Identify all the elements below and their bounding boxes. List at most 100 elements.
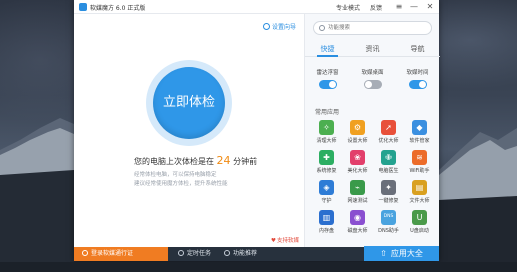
app-item[interactable]: DNS DNS助手	[373, 210, 404, 234]
last-check-prefix: 您的电脑上次体检是在	[134, 157, 214, 166]
app-label: 守护	[321, 198, 332, 204]
checkup-pane: 设置向导 立即体检 您的电脑上次体检是在 24 分钟前 经常体检电脑，可以保持电…	[74, 14, 304, 247]
app-label: 系统修复	[316, 168, 337, 174]
gear-icon: ⚙	[350, 120, 365, 135]
app-label: 文件大师	[409, 198, 430, 204]
usb-icon: U	[412, 210, 427, 225]
search-box[interactable]	[313, 21, 432, 35]
shield-icon: ◈	[319, 180, 334, 195]
ram-icon: ▥	[319, 210, 334, 225]
clock-icon	[178, 250, 184, 256]
repair-icon: ✚	[319, 150, 334, 165]
panel-tabs: 快捷 资讯 导航	[305, 43, 440, 57]
taskbar	[0, 262, 517, 272]
app-label: 美化大师	[347, 168, 368, 174]
app-item[interactable]: ⚙ 设置大师	[342, 120, 373, 144]
app-item[interactable]: ✙ 电脑医生	[373, 150, 404, 174]
app-item[interactable]: ✧ 清理大师	[311, 120, 342, 144]
quick-panel: 快捷 资讯 导航 雷达浮窗 软媒桌面 软媒时间 常用应用 ✧ 清理大师 ⚙ 设置大师 ➚…	[304, 14, 440, 247]
toggle-desktop: 软媒桌面	[353, 68, 393, 89]
user-icon	[82, 250, 88, 256]
toggle-time-switch[interactable]	[408, 80, 427, 89]
title-bar: 软媒魔方 6.0 正式版 专业模式 反馈 ≡ — ✕	[74, 0, 439, 14]
app-label: 设置大师	[347, 138, 368, 144]
app-label: DNS助手	[378, 228, 399, 234]
app-label: 内存盘	[318, 228, 334, 234]
app-label: 优化大师	[378, 138, 399, 144]
toggle-desktop-label: 软媒桌面	[361, 70, 384, 76]
all-apps-button[interactable]: ⇧ 应用大全	[364, 246, 439, 261]
arrow-up-icon: ⇧	[380, 249, 387, 258]
wizard-icon	[262, 23, 270, 30]
settings-wizard-link[interactable]: 设置向导	[262, 22, 296, 31]
app-item[interactable]: ◈ 守护	[311, 180, 342, 204]
disk-icon: ◉	[350, 210, 365, 225]
feedback-menu[interactable]: 反馈	[370, 3, 382, 12]
app-item[interactable]: U U盘启动	[404, 210, 435, 234]
speed-icon: ⌁	[350, 180, 365, 195]
broom-icon: ✧	[319, 120, 334, 135]
schedule-button[interactable]: 定时任务	[178, 247, 211, 261]
recommend-button[interactable]: 功能推荐	[224, 247, 257, 261]
app-item[interactable]: ❀ 美化大师	[342, 150, 373, 174]
recommend-label: 功能推荐	[233, 250, 258, 257]
toggle-radar-label: 雷达浮窗	[316, 70, 339, 76]
close-button[interactable]: ✕	[423, 1, 437, 13]
star-icon	[224, 250, 230, 256]
tip-line-1: 经常体检电脑，可以保持电脑稳定	[134, 172, 217, 178]
common-apps-title: 常用应用	[315, 109, 340, 116]
app-item[interactable]: ▥ 内存盘	[311, 210, 342, 234]
app-item[interactable]: ⌁ 网速测试	[342, 180, 373, 204]
toggle-time-label: 软媒时间	[406, 70, 429, 76]
app-label: 一键修复	[378, 198, 399, 204]
app-item[interactable]: ✦ 一键修复	[373, 180, 404, 204]
tip-line-2: 建议经常使用魔方体检，提升系统性能	[134, 181, 228, 187]
package-icon: ◆	[412, 120, 427, 135]
app-label: 清理大师	[316, 138, 337, 144]
support-link[interactable]: ♥支持软媒	[271, 236, 299, 244]
dns-icon: DNS	[381, 210, 396, 225]
app-item[interactable]: ➚ 优化大师	[373, 120, 404, 144]
app-item[interactable]: ▤ 文件大师	[404, 180, 435, 204]
tab-news[interactable]: 资讯	[350, 43, 395, 56]
last-check-suffix: 分钟前	[233, 157, 258, 166]
wifi-icon: ≋	[412, 150, 427, 165]
toggle-desktop-switch[interactable]	[363, 80, 382, 89]
tab-quick[interactable]: 快捷	[305, 43, 350, 57]
exam-now-button[interactable]: 立即体检	[153, 67, 225, 139]
heart-icon: ♥	[271, 238, 276, 244]
last-check-text: 您的电脑上次体检是在 24 分钟前	[134, 154, 257, 167]
minimize-button[interactable]: —	[407, 1, 421, 13]
app-item[interactable]: ◉ 磁盘大师	[342, 210, 373, 234]
app-item[interactable]: ≋ WiFi助手	[404, 150, 435, 174]
pro-mode-menu[interactable]: 专业模式	[336, 3, 360, 12]
app-item[interactable]: ◆ 软件管家	[404, 120, 435, 144]
toggle-radar: 雷达浮窗	[308, 68, 348, 89]
schedule-label: 定时任务	[187, 250, 212, 257]
toggle-row: 雷达浮窗 软媒桌面 软媒时间	[305, 68, 440, 89]
search-icon	[319, 25, 325, 31]
app-label: 磁盘大师	[347, 228, 368, 234]
app-logo-icon	[79, 3, 87, 11]
app-label: 软件管家	[409, 138, 430, 144]
last-check-minutes: 24	[216, 154, 231, 167]
app-label: WiFi助手	[409, 168, 430, 174]
all-apps-label: 应用大全	[390, 249, 423, 258]
app-label: U盘启动	[410, 228, 429, 234]
rocket-icon: ➚	[381, 120, 396, 135]
folder-icon: ▤	[412, 180, 427, 195]
app-item[interactable]: ✚ 系统修复	[311, 150, 342, 174]
palette-icon: ❀	[350, 150, 365, 165]
app-window: 软媒魔方 6.0 正式版 专业模式 反馈 ≡ — ✕ 设置向导 立即体检 您的电…	[74, 0, 440, 261]
login-button[interactable]: 登录软媒通行证	[74, 247, 168, 261]
app-label: 电脑医生	[378, 168, 399, 174]
login-label: 登录软媒通行证	[91, 250, 134, 257]
toggle-radar-switch[interactable]	[318, 80, 337, 89]
app-label: 网速测试	[347, 198, 368, 204]
app-grid: ✧ 清理大师 ⚙ 设置大师 ➚ 优化大师 ◆ 软件管家 ✚ 系统修复 ❀ 美化大师 ✙ 电脑医生 ≋ WiFi…	[311, 120, 435, 234]
menu-icon[interactable]: ≡	[392, 1, 406, 13]
tab-navigation[interactable]: 导航	[395, 43, 440, 56]
support-label: 支持软媒	[276, 238, 299, 244]
settings-wizard-label: 设置向导	[271, 24, 296, 31]
search-input[interactable]	[328, 23, 428, 33]
